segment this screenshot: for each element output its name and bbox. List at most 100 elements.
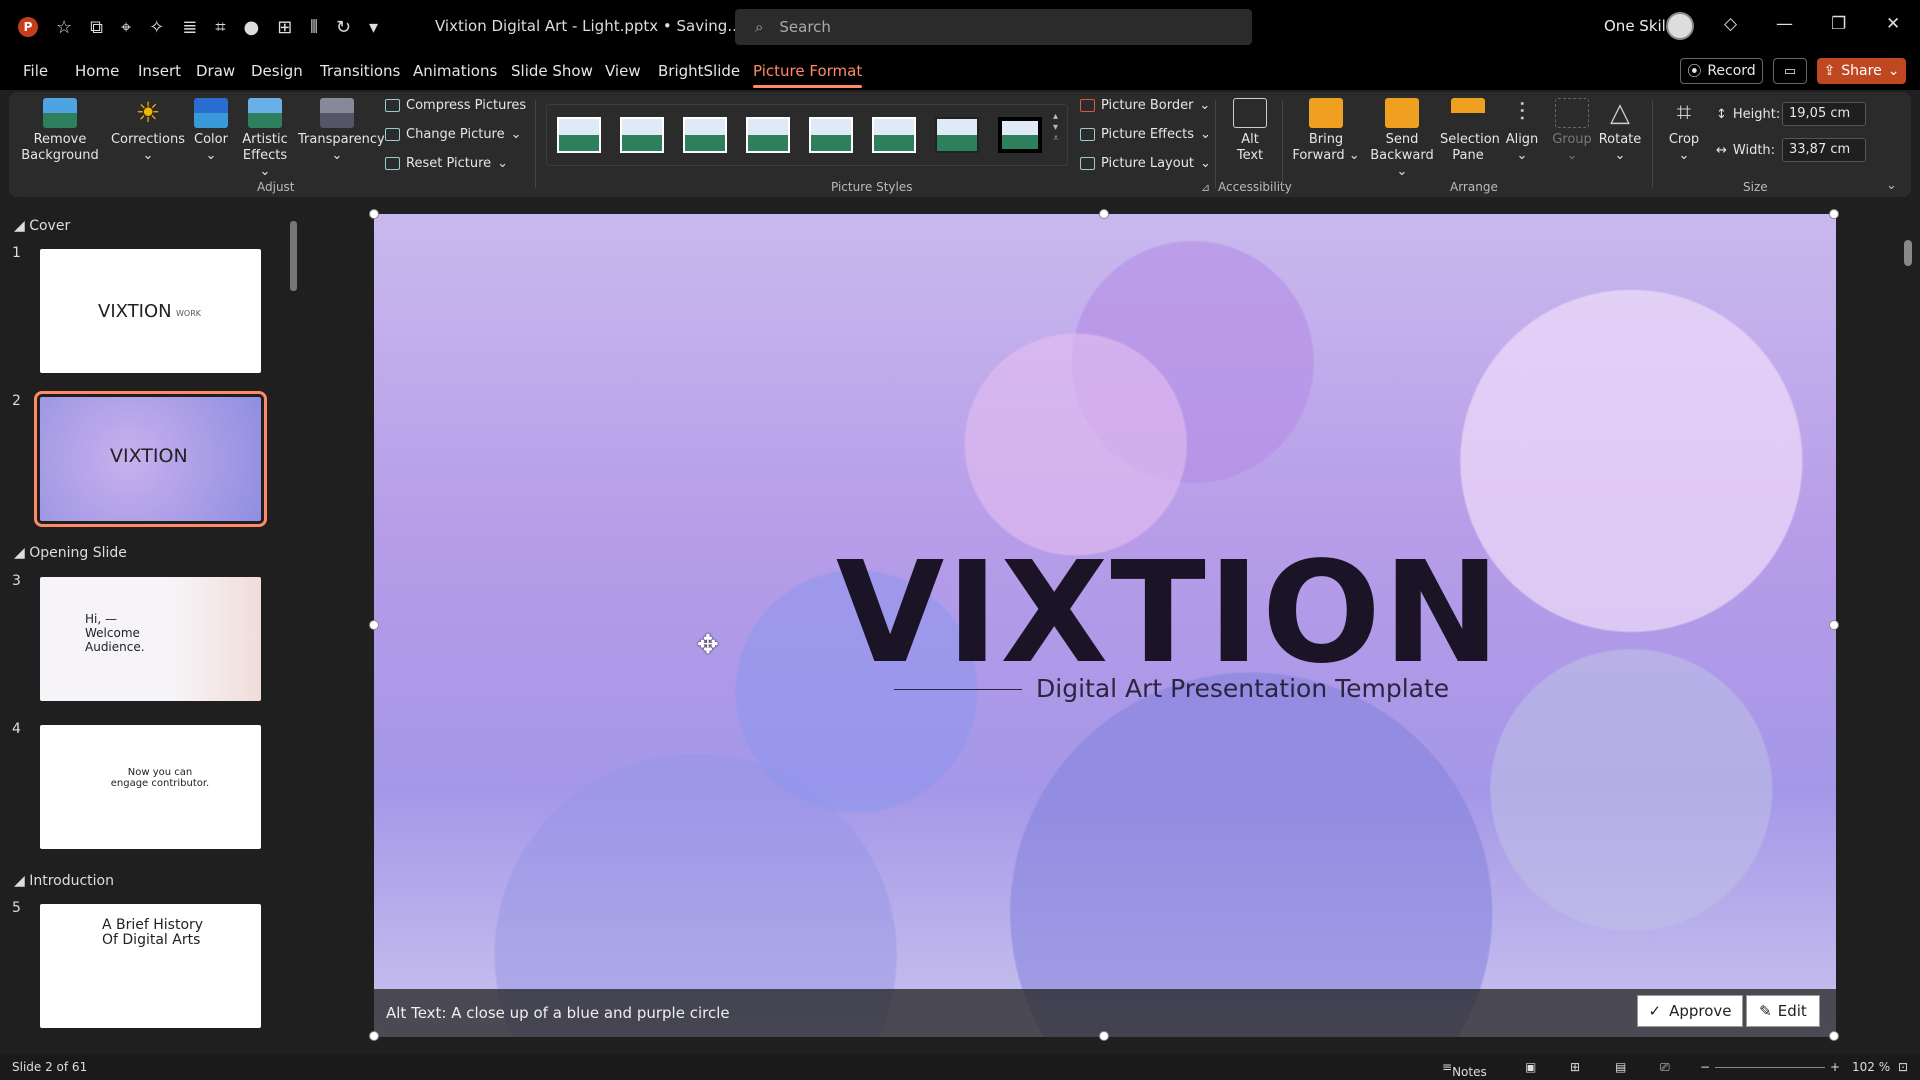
- record-icon[interactable]: ●: [243, 17, 259, 38]
- notes-button[interactable]: ≡ Notes: [1442, 1060, 1487, 1079]
- slide-thumbnail-3[interactable]: Hi, — Welcome Audience.: [40, 577, 261, 701]
- slide-canvas[interactable]: VIXTION Digital Art Presentation Templat…: [374, 214, 1836, 1037]
- section-header-opening-slide[interactable]: ◢ Opening Slide: [14, 545, 127, 561]
- reading-view-icon[interactable]: ▤: [1615, 1060, 1626, 1074]
- bring-forward-button[interactable]: Bring Forward ⌄: [1290, 98, 1362, 164]
- fit-slide-icon[interactable]: ⊡: [1898, 1060, 1908, 1074]
- compress-pictures-button[interactable]: Compress Pictures: [385, 98, 526, 113]
- minimize-icon[interactable]: —: [1776, 14, 1793, 34]
- tab-file[interactable]: File: [23, 62, 48, 80]
- picture-effects-button[interactable]: Picture Effects ⌄: [1080, 127, 1211, 142]
- slide-title[interactable]: VIXTION: [834, 532, 1504, 695]
- reset-picture-button[interactable]: Reset Picture ⌄: [385, 156, 508, 171]
- picture-layout-button[interactable]: Picture Layout ⌄: [1080, 156, 1211, 171]
- remove-background-button[interactable]: Remove Background: [20, 98, 100, 164]
- zoom-level[interactable]: 102 %: [1852, 1060, 1890, 1074]
- tab-transitions[interactable]: Transitions: [320, 62, 400, 80]
- comments-button[interactable]: ▭: [1773, 58, 1807, 84]
- resize-handle[interactable]: [369, 209, 379, 219]
- picture-style-2[interactable]: [620, 117, 664, 153]
- alt-text-button[interactable]: Alt Text: [1226, 98, 1274, 164]
- tab-brightslide[interactable]: BrightSlide: [658, 62, 740, 80]
- tab-slide-show[interactable]: Slide Show: [511, 62, 593, 80]
- collapse-ribbon-icon[interactable]: ⌄: [1886, 178, 1897, 193]
- picture-styles-gallery[interactable]: ▴ ▾ ⩡: [546, 104, 1068, 166]
- layout-icon[interactable]: ⊞: [277, 17, 292, 38]
- rotate-button[interactable]: △ Rotate ⌄: [1596, 98, 1644, 164]
- change-picture-button[interactable]: Change Picture ⌄: [385, 127, 522, 142]
- distribute-icon[interactable]: ⫴: [310, 17, 318, 38]
- align-icon[interactable]: ≣: [182, 17, 197, 38]
- gallery-more-icon[interactable]: ▴ ▾ ⩡: [1053, 111, 1059, 144]
- diamond-icon[interactable]: ◇: [1724, 14, 1737, 34]
- zoom-in-icon[interactable]: +: [1830, 1060, 1840, 1074]
- slide-thumbnail-1[interactable]: VIXTION WORK: [40, 249, 261, 373]
- height-input[interactable]: 19,05 cm: [1782, 102, 1866, 126]
- magic-icon[interactable]: ✧: [149, 17, 164, 38]
- crop-button[interactable]: ⌗ Crop ⌄: [1660, 98, 1708, 164]
- resize-handle[interactable]: [369, 1031, 379, 1041]
- tab-picture-format[interactable]: Picture Format: [753, 62, 863, 88]
- search-box[interactable]: ⌕ Search: [735, 9, 1252, 45]
- avatar[interactable]: [1666, 12, 1694, 40]
- picture-style-5[interactable]: [809, 117, 853, 153]
- slideshow-icon[interactable]: ⎚: [1660, 1060, 1670, 1075]
- zoom-out-icon[interactable]: −: [1700, 1060, 1710, 1074]
- artistic-effects-button[interactable]: Artistic Effects ⌄: [240, 98, 290, 180]
- transparency-button[interactable]: Transparency ⌄: [298, 98, 385, 164]
- resize-handle[interactable]: [1099, 1031, 1109, 1041]
- redo-icon[interactable]: ↻: [336, 17, 351, 38]
- approve-button[interactable]: ✓ Approve: [1637, 995, 1743, 1027]
- record-button[interactable]: ⦿ Record: [1680, 58, 1763, 84]
- tab-design[interactable]: Design: [251, 62, 303, 80]
- slide-thumbnail-2[interactable]: VIXTION: [34, 391, 267, 527]
- star-icon[interactable]: ☆: [56, 17, 72, 38]
- dialog-launcher-icon[interactable]: ⊿: [1201, 181, 1210, 194]
- panel-scrollbar[interactable]: [290, 221, 297, 291]
- close-icon[interactable]: ✕: [1886, 14, 1900, 34]
- canvas-scrollbar[interactable]: [1904, 240, 1912, 266]
- picture-style-4[interactable]: [746, 117, 790, 153]
- slide-thumbnail-4[interactable]: Now you can engage contributor.: [40, 725, 261, 849]
- user-name[interactable]: One Skill: [1604, 17, 1670, 35]
- section-header-introduction[interactable]: ◢ Introduction: [14, 873, 114, 889]
- picture-border-button[interactable]: Picture Border ⌄: [1080, 98, 1210, 113]
- slide-subtitle[interactable]: Digital Art Presentation Template: [1036, 674, 1449, 703]
- slide-thumbnail-5[interactable]: A Brief History Of Digital Arts: [40, 904, 261, 1028]
- share-button[interactable]: ⇪ Share ⌄: [1817, 58, 1906, 84]
- zoom-slider[interactable]: [1715, 1067, 1825, 1068]
- color-button[interactable]: Color ⌄: [190, 98, 232, 164]
- edit-button[interactable]: ✎ Edit: [1746, 995, 1820, 1027]
- selection-pane-button[interactable]: Selection Pane: [1440, 98, 1500, 164]
- document-title[interactable]: Vixtion Digital Art - Light.pptx • Savin…: [435, 17, 759, 35]
- resize-handle[interactable]: [1099, 209, 1109, 219]
- artistic-effects-label: Artistic Effects: [242, 132, 288, 163]
- customize-icon[interactable]: ▾: [369, 17, 378, 38]
- corrections-button[interactable]: ☀ Corrections ⌄: [110, 98, 186, 164]
- tab-animations[interactable]: Animations: [413, 62, 497, 80]
- picture-style-3[interactable]: [683, 117, 727, 153]
- send-backward-button[interactable]: Send Backward ⌄: [1366, 98, 1438, 180]
- width-input[interactable]: 33,87 cm: [1782, 138, 1866, 162]
- group-button[interactable]: Group ⌄: [1550, 98, 1594, 164]
- section-header-cover[interactable]: ◢ Cover: [14, 218, 70, 234]
- crop-icon[interactable]: ⌗: [215, 17, 225, 38]
- resize-handle[interactable]: [1829, 209, 1839, 219]
- resize-handle[interactable]: [369, 620, 379, 630]
- picture-style-7[interactable]: [935, 117, 979, 153]
- picture-style-8[interactable]: [998, 117, 1042, 153]
- restore-icon[interactable]: ❐: [1831, 14, 1846, 34]
- picture-style-1[interactable]: [557, 117, 601, 153]
- normal-view-icon[interactable]: ▣: [1525, 1060, 1536, 1074]
- tab-view[interactable]: View: [605, 62, 641, 80]
- picture-style-6[interactable]: [872, 117, 916, 153]
- align-button[interactable]: ⫶ Align ⌄: [1500, 98, 1544, 164]
- target-icon[interactable]: ⌖: [121, 17, 131, 38]
- resize-handle[interactable]: [1829, 620, 1839, 630]
- slide-sorter-icon[interactable]: ⊞: [1570, 1060, 1580, 1074]
- copy-icon[interactable]: ⧉: [90, 17, 103, 38]
- tab-draw[interactable]: Draw: [196, 62, 235, 80]
- tab-home[interactable]: Home: [75, 62, 119, 80]
- tab-insert[interactable]: Insert: [138, 62, 181, 80]
- resize-handle[interactable]: [1829, 1031, 1839, 1041]
